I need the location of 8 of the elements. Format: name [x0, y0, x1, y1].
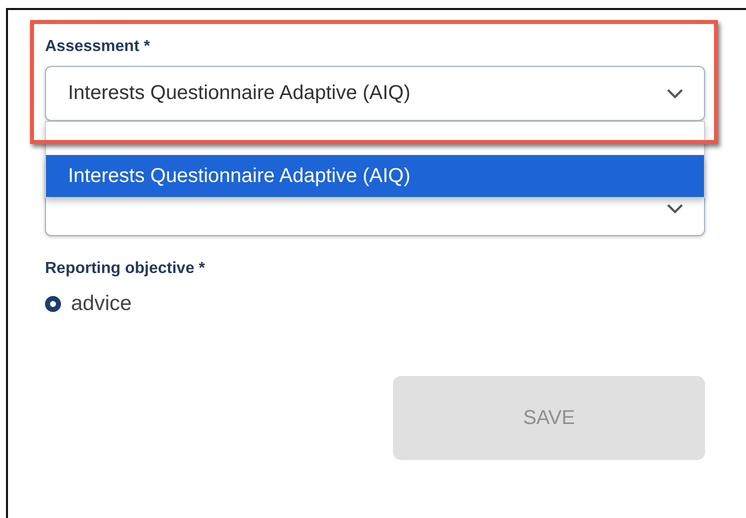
- chevron-icon: [666, 88, 684, 100]
- assessment-select[interactable]: Interests Questionnaire Adaptive (AIQ): [45, 66, 705, 121]
- field-label: Assessment *: [45, 38, 151, 56]
- chevron-icon: [666, 203, 684, 215]
- radio-label: advice: [71, 292, 132, 316]
- radio-button[interactable]: [45, 296, 61, 312]
- dropdown-option[interactable]: Interests Questionnaire Adaptive (AIQ): [46, 155, 704, 197]
- field-label: Reporting objective *: [45, 260, 206, 278]
